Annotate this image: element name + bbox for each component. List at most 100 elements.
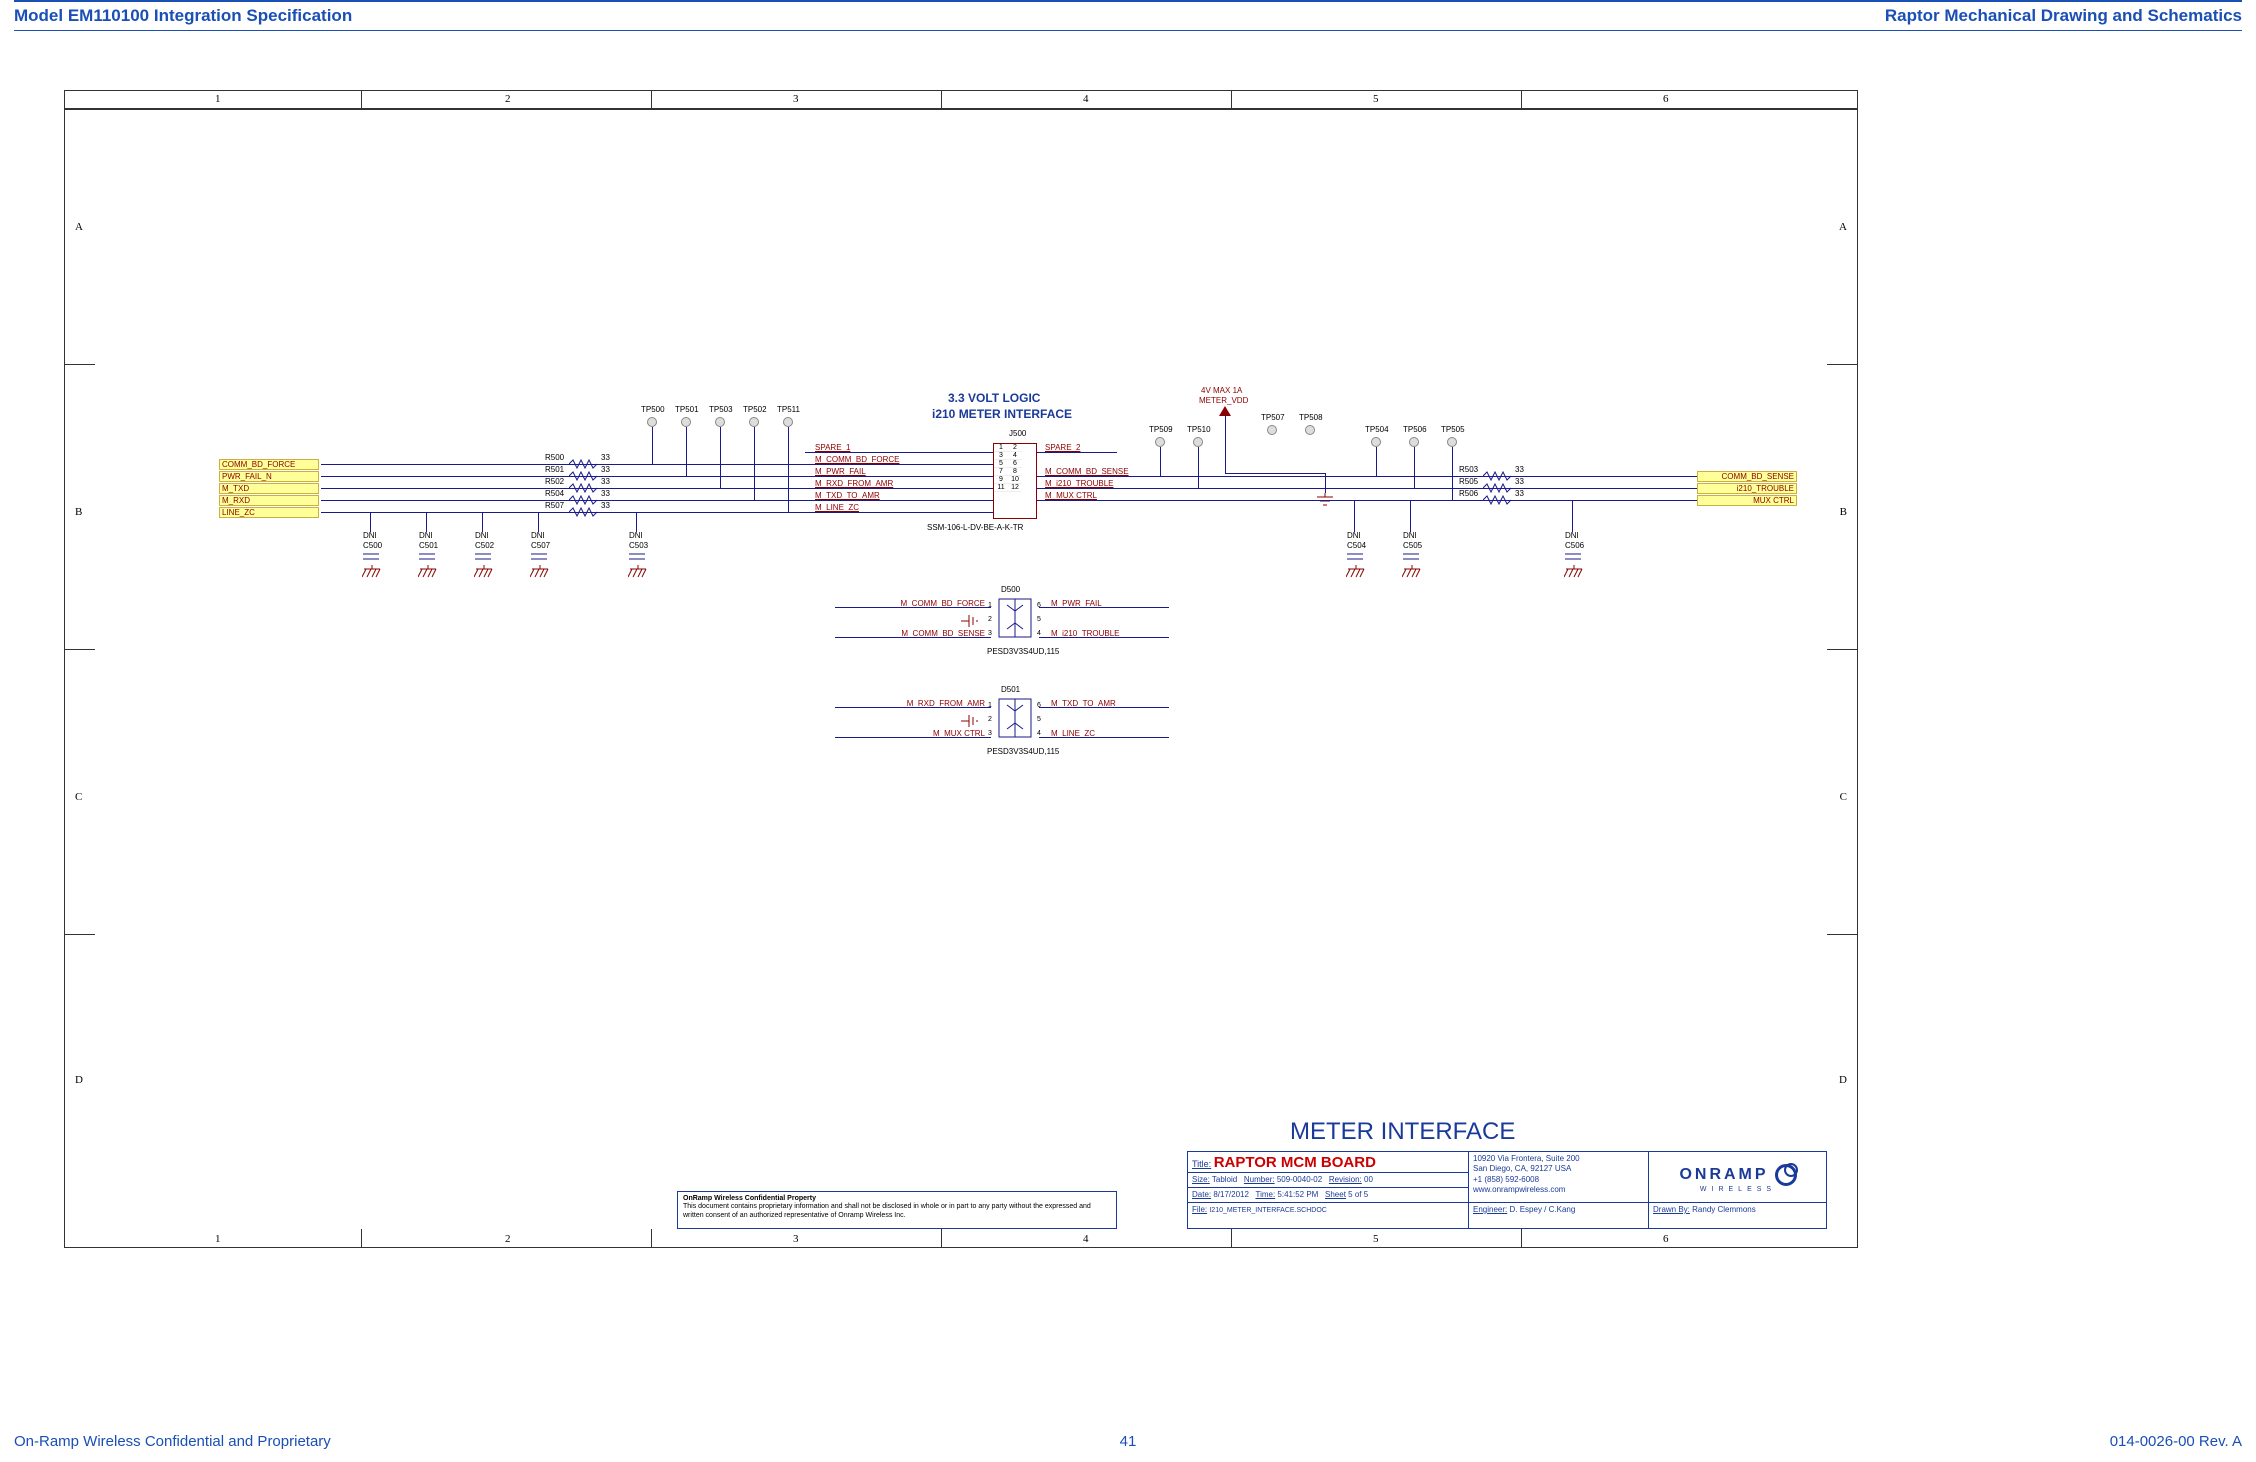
resistor-array-left xyxy=(569,458,597,518)
port-i210-trouble: i210_TROUBLE xyxy=(1697,483,1797,494)
cap-ref: C507 xyxy=(531,541,550,550)
net-m-comm-bd-force: M_COMM_BD_FORCE xyxy=(815,455,899,464)
tp504-label: TP504 xyxy=(1365,425,1389,434)
testpoint-icon xyxy=(749,417,759,427)
border-row-d-r: D xyxy=(1839,1074,1847,1086)
capacitor-icon xyxy=(1347,551,1363,563)
svg-text:2: 2 xyxy=(988,716,992,723)
svg-text:4: 4 xyxy=(1037,730,1041,737)
testpoint-icon xyxy=(1447,437,1457,447)
tp508-label: TP508 xyxy=(1299,413,1323,422)
r500-val: 33 xyxy=(601,453,610,462)
dni-label: DNI xyxy=(629,531,643,540)
tb-addr4: www.onrampwireless.com xyxy=(1473,1185,1644,1195)
testpoint-icon xyxy=(1193,437,1203,447)
tb-rev-label: Revision: xyxy=(1329,1175,1362,1184)
border-col-5b: 5 xyxy=(1373,1233,1379,1245)
net-m-comm-bd-sense: M_COMM_BD_SENSE xyxy=(1045,467,1129,476)
tb-file-label: File: xyxy=(1192,1205,1207,1214)
r500-ref: R500 xyxy=(545,453,564,462)
border-row-b-r: B xyxy=(1840,506,1847,518)
tb-number-label: Number: xyxy=(1244,1175,1275,1184)
tp511-label: TP511 xyxy=(777,405,800,414)
tb-date-label: Date: xyxy=(1192,1190,1211,1199)
net-spare-1: SPARE_1 xyxy=(815,443,850,452)
proprietary-heading: OnRamp Wireless Confidential Property xyxy=(683,1195,1111,1203)
proprietary-notice: OnRamp Wireless Confidential Property Th… xyxy=(677,1191,1117,1229)
testpoint-icon xyxy=(1409,437,1419,447)
resistor-array-right xyxy=(1483,470,1511,506)
port-mux-ctrl: MUX CTRL xyxy=(1697,495,1797,506)
j500-part: SSM-106-L-DV-BE-A-K-TR xyxy=(927,523,1023,532)
tb-sheet-label: Sheet xyxy=(1325,1190,1346,1199)
port-pwr-fail-n: PWR_FAIL_N xyxy=(219,471,319,482)
net-m-pwr-fail: M_PWR_FAIL xyxy=(815,467,866,476)
ground-icon xyxy=(530,565,550,579)
border-row-d: D xyxy=(75,1074,83,1086)
border-row-a: A xyxy=(75,221,83,233)
tp507-label: TP507 xyxy=(1261,413,1285,422)
ground-icon xyxy=(362,565,382,579)
r503-val: 33 xyxy=(1515,465,1524,474)
dni-label: DNI xyxy=(475,531,489,540)
capacitor-icon xyxy=(1403,551,1419,563)
cap-ref: C503 xyxy=(629,541,648,550)
svg-text:5: 5 xyxy=(1037,616,1041,623)
ground-icon xyxy=(418,565,438,579)
logo-main-text: ONRAMP xyxy=(1679,1166,1768,1183)
testpoint-icon xyxy=(1267,425,1277,435)
svg-text:2: 2 xyxy=(988,616,992,623)
border-row-b: B xyxy=(75,506,82,518)
capacitor-icon xyxy=(363,551,379,563)
port-comm-bd-force: COMM_BD_FORCE xyxy=(219,459,319,470)
tb-engineer-label: Engineer: xyxy=(1473,1205,1507,1214)
port-m-rxd: M_RXD xyxy=(219,495,319,506)
tb-addr3: +1 (858) 592-6008 xyxy=(1473,1175,1644,1185)
tb-size: Tabloid xyxy=(1212,1175,1237,1184)
tp500-label: TP500 xyxy=(641,405,665,414)
cap-ref: C502 xyxy=(475,541,494,550)
ground-icon xyxy=(474,565,494,579)
svg-text:3: 3 xyxy=(988,730,992,737)
dni-label: DNI xyxy=(419,531,433,540)
border-bottom xyxy=(65,109,1857,127)
tp509-label: TP509 xyxy=(1149,425,1173,434)
border-row-c-r: C xyxy=(1840,791,1847,803)
r506-val: 33 xyxy=(1515,489,1524,498)
section-title: METER INTERFACE xyxy=(1290,1118,1515,1146)
border-col-3b: 3 xyxy=(793,1233,799,1245)
tb-title: RAPTOR MCM BOARD xyxy=(1214,1154,1376,1171)
tp510-label: TP510 xyxy=(1187,425,1211,434)
tvs-diode-icon: 162534 xyxy=(985,595,1045,645)
port-m-txd: M_TXD xyxy=(219,483,319,494)
border-row-c: C xyxy=(75,791,82,803)
title-block: Title: RAPTOR MCM BOARD Size: Tabloid Nu… xyxy=(1187,1151,1827,1229)
testpoint-icon xyxy=(1155,437,1165,447)
testpoint-icon xyxy=(1305,425,1315,435)
border-col-2b: 2 xyxy=(505,1233,511,1245)
tb-engineer: D. Espey / C.Kang xyxy=(1509,1205,1575,1214)
testpoint-icon xyxy=(681,417,691,427)
testpoint-icon xyxy=(647,417,657,427)
port-line-zc: LINE_ZC xyxy=(219,507,319,518)
tp502-label: TP502 xyxy=(743,405,767,414)
tvs-ref: D501 xyxy=(1001,685,1020,694)
tb-drawn-label: Drawn By: xyxy=(1653,1205,1690,1214)
border-col-1: 1 xyxy=(215,93,221,105)
border-col-3: 3 xyxy=(793,93,799,105)
dni-label: DNI xyxy=(1347,531,1361,540)
r505-ref: R505 xyxy=(1459,477,1478,486)
border-row-a-r: A xyxy=(1839,221,1847,233)
r506-ref: R506 xyxy=(1459,489,1478,498)
footer-page-number: 41 xyxy=(1120,1433,1137,1450)
ground-icon xyxy=(961,611,981,631)
logo-ring-icon xyxy=(1775,1164,1797,1186)
tp503-label: TP503 xyxy=(709,405,733,414)
tb-file: I210_METER_INTERFACE.SCHDOC xyxy=(1209,1207,1326,1214)
tb-addr2: San Diego, CA, 92127 USA xyxy=(1473,1164,1644,1174)
r503-ref: R503 xyxy=(1459,465,1478,474)
capacitor-icon xyxy=(629,551,645,563)
capacitor-icon xyxy=(531,551,547,563)
cap-ref: C501 xyxy=(419,541,438,550)
tb-sheet-of: of xyxy=(1355,1190,1362,1199)
